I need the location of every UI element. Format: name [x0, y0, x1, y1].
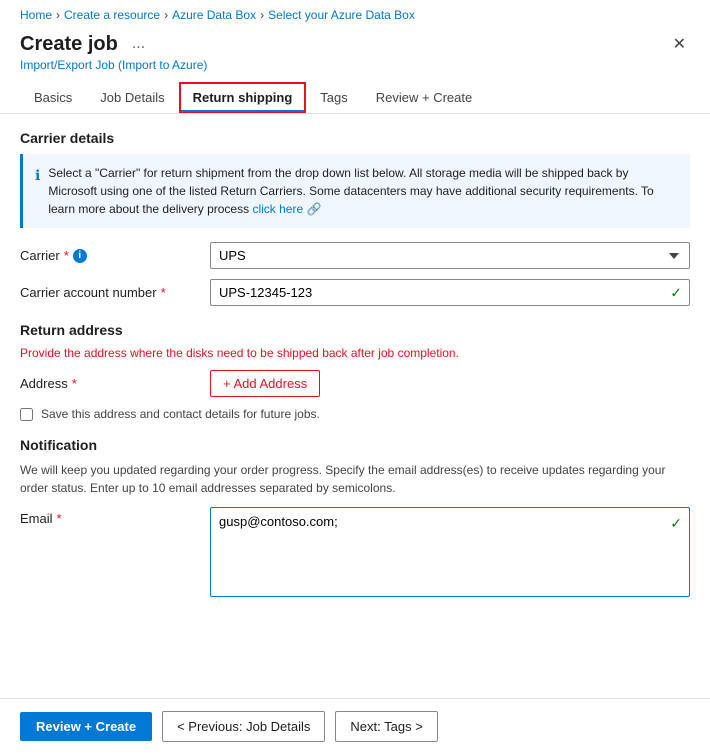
tab-basics[interactable]: Basics: [20, 82, 86, 113]
address-required: *: [72, 376, 77, 391]
carrier-details-title: Carrier details: [20, 130, 690, 146]
account-required: *: [161, 285, 166, 300]
account-field: ✓: [210, 279, 690, 306]
content-area: Carrier details ℹ Select a "Carrier" for…: [0, 114, 710, 698]
account-label: Carrier account number: [20, 285, 157, 300]
create-job-panel: Home › Create a resource › Azure Data Bo…: [0, 0, 710, 754]
page-title: Create job: [20, 33, 118, 56]
notification-description: We will keep you updated regarding your …: [20, 461, 690, 497]
save-address-label[interactable]: Save this address and contact details fo…: [41, 407, 320, 421]
account-number-row: Carrier account number * ✓: [20, 279, 690, 306]
breadcrumb: Home › Create a resource › Azure Data Bo…: [0, 0, 710, 26]
next-button[interactable]: Next: Tags >: [335, 711, 437, 742]
previous-button[interactable]: < Previous: Job Details: [162, 711, 325, 742]
address-label: Address: [20, 376, 68, 391]
page-subtitle: Import/Export Job (Import to Azure): [0, 58, 710, 82]
carrier-select[interactable]: UPS FedEx DHL: [210, 242, 690, 269]
carrier-label: Carrier: [20, 248, 60, 263]
breadcrumb-select-azure-data-box[interactable]: Select your Azure Data Box: [268, 8, 415, 22]
return-address-title: Return address: [20, 322, 690, 338]
tab-review-create[interactable]: Review + Create: [362, 82, 486, 113]
email-field-wrapper: gusp@contoso.com; ✓: [210, 507, 690, 600]
breadcrumb-home[interactable]: Home: [20, 8, 52, 22]
email-label: Email: [20, 511, 53, 526]
tab-job-details[interactable]: Job Details: [86, 82, 178, 113]
carrier-info-box: ℹ Select a "Carrier" for return shipment…: [20, 154, 690, 228]
add-address-button[interactable]: + Add Address: [210, 370, 320, 397]
close-button[interactable]: ✕: [669, 30, 690, 58]
tab-tags[interactable]: Tags: [306, 82, 361, 113]
account-check-icon: ✓: [670, 284, 682, 301]
save-address-row: Save this address and contact details fo…: [20, 407, 690, 421]
notification-title: Notification: [20, 437, 690, 453]
header: Create job ... ✕: [0, 26, 710, 58]
breadcrumb-create-resource[interactable]: Create a resource: [64, 8, 160, 22]
carrier-field: UPS FedEx DHL: [210, 242, 690, 269]
email-row: Email * gusp@contoso.com; ✓: [20, 507, 690, 600]
carrier-row: Carrier * i UPS FedEx DHL: [20, 242, 690, 269]
return-address-subtitle: Provide the address where the disks need…: [20, 346, 690, 360]
account-input[interactable]: [210, 279, 690, 306]
email-required: *: [57, 511, 62, 526]
save-address-checkbox[interactable]: [20, 408, 33, 421]
carrier-info-text: Select a "Carrier" for return shipment f…: [48, 166, 653, 216]
carrier-required: *: [64, 248, 69, 263]
address-row: Address * + Add Address: [20, 370, 690, 397]
breadcrumb-azure-data-box[interactable]: Azure Data Box: [172, 8, 256, 22]
info-icon: ℹ: [35, 165, 40, 186]
email-textarea[interactable]: gusp@contoso.com;: [210, 507, 690, 597]
ellipsis-button[interactable]: ...: [126, 33, 151, 55]
carrier-info-link[interactable]: click here: [252, 202, 303, 216]
carrier-info-circle[interactable]: i: [73, 249, 87, 263]
review-create-button[interactable]: Review + Create: [20, 712, 152, 741]
tabs: Basics Job Details Return shipping Tags …: [0, 82, 710, 114]
tab-return-shipping[interactable]: Return shipping: [179, 82, 307, 113]
email-check-icon: ✓: [670, 515, 682, 532]
address-field: + Add Address: [210, 370, 690, 397]
footer: Review + Create < Previous: Job Details …: [0, 698, 710, 754]
